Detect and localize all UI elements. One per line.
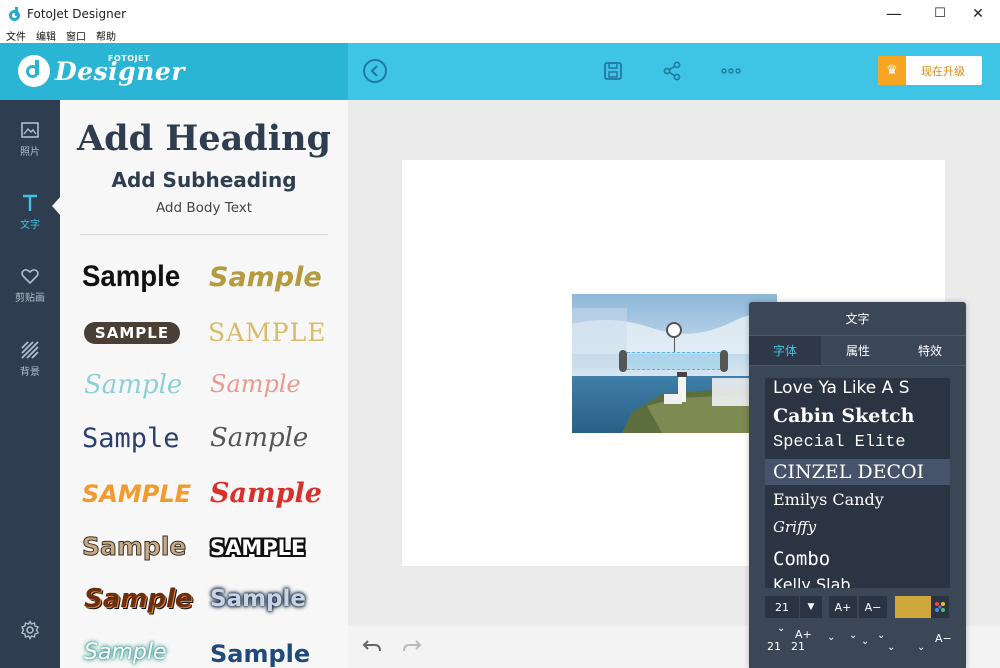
rail-item-label: 剪贴画 [15,293,45,304]
font-option[interactable]: Special Elite [773,433,906,452]
text-properties-popup: 文字 字体 属性 特效 Love Ya Like A S Cabin Sketc… [749,302,966,668]
app-window: FotoJet Designer — ☐ ✕ 文件 编辑 窗口 帮助 Desig… [0,0,1000,668]
text-style-sample[interactable]: Sample [84,370,182,400]
brand-header: Designer FOTOJET [0,43,348,100]
text-style-sample[interactable]: Sample [210,640,310,668]
palette-icon[interactable] [931,596,949,618]
font-option[interactable]: Cabin Sketch [773,405,915,427]
tab-effects[interactable]: 特效 [894,336,966,366]
font-size-decrease-button[interactable]: A− [859,596,887,618]
text-style-sample[interactable]: Sample [209,262,322,293]
crown-icon: ♛ [878,56,906,85]
resize-handle[interactable] [720,350,728,372]
font-list[interactable]: Love Ya Like A S Cabin Sketch Special El… [765,378,950,588]
tab-font[interactable]: 字体 [749,336,821,366]
text-color-swatch[interactable] [895,596,931,618]
panel-divider [80,234,328,235]
rail-item-label: 背景 [20,367,40,378]
brand-logo-icon [18,55,50,87]
add-subheading-button[interactable]: Add Subheading [60,168,348,192]
rail-item-label: 照片 [20,147,40,158]
menu-bar: 文件 编辑 窗口 帮助 [0,27,1000,43]
rail-item-clipart[interactable]: 剪贴画 [0,266,60,322]
popup-title: 文字 [749,302,966,336]
font-option[interactable]: Combo [773,548,830,570]
text-style-sample[interactable]: Sample [82,260,180,294]
add-body-text-button[interactable]: Add Body Text [60,200,348,216]
share-icon[interactable] [660,59,684,83]
menu-help[interactable]: 帮助 [96,28,116,43]
more-icon[interactable] [719,59,743,83]
upgrade-button[interactable]: ♛ 现在升级 [878,56,982,85]
gear-icon[interactable] [20,620,40,640]
font-option-selected[interactable]: CINZEL DECOI [765,459,950,485]
chevron-down-icon: ⌄ [917,642,926,653]
save-icon[interactable] [601,59,625,83]
chevron-down-icon: ⌄ [877,630,886,641]
font-size-value[interactable]: 21 [765,596,799,618]
font-option[interactable]: Love Ya Like A S [773,378,909,398]
rotate-icon[interactable] [666,322,682,338]
chevron-down-icon: ⌄ [861,636,870,647]
app-logo-icon [9,6,21,21]
image-icon [20,120,40,140]
font-size-decrease-ghost: A− [935,632,952,645]
text-style-sample[interactable]: Sample [84,584,193,614]
text-icon [20,193,40,213]
font-size-ghost: 21 [791,640,805,653]
text-style-sample[interactable]: SAMPLE [208,318,326,347]
chevron-down-icon[interactable]: ▼ [800,596,822,618]
text-style-sample[interactable]: Sample [210,423,308,453]
undo-icon[interactable] [362,638,382,654]
text-style-sample[interactable]: Sample [82,423,180,454]
tab-properties[interactable]: 属性 [822,336,894,366]
chevron-down-icon: ⌄ [777,623,786,634]
brand-sub: FOTOJET [108,54,150,63]
chevron-down-icon: ⌄ [887,642,896,653]
font-option[interactable]: Emilys Candy [773,490,884,509]
text-style-sample[interactable]: SAMPLE [82,480,191,508]
redo-icon[interactable] [402,638,422,654]
text-style-sample[interactable]: SAMPLE [84,322,180,344]
rail-item-text[interactable]: 文字 [0,193,60,249]
text-panel: Add Heading Add Subheading Add Body Text… [60,100,348,668]
window-title: FotoJet Designer [27,6,127,21]
rail-item-photos[interactable]: 照片 [0,120,60,176]
rail-item-label: 文字 [20,220,40,231]
menu-window[interactable]: 窗口 [66,28,86,43]
text-style-sample[interactable]: SAMPLE [210,536,305,560]
minimize-button[interactable]: — [871,0,917,27]
text-style-sample[interactable]: Sample [210,586,306,612]
chevron-down-icon: ⌄ [827,632,836,643]
text-style-sample[interactable]: Sample [210,478,322,509]
font-size-ghost: 21 [767,640,781,653]
top-toolbar: ♛ 现在升级 [348,43,1000,100]
resize-handle[interactable] [619,350,627,372]
chevron-left-icon[interactable] [363,59,387,83]
text-style-sample[interactable]: Sample [81,532,186,562]
upgrade-label: 现在升级 [921,64,965,78]
menu-file[interactable]: 文件 [6,28,26,43]
text-style-sample[interactable]: Sample [210,370,301,398]
menu-edit[interactable]: 编辑 [36,28,56,43]
close-button[interactable]: ✕ [955,0,1000,27]
rail-item-background[interactable]: 背景 [0,340,60,396]
pattern-icon [20,340,40,360]
heart-icon [20,266,40,286]
selected-text-box[interactable] [622,352,725,370]
add-heading-button[interactable]: Add Heading [60,118,348,159]
design-photo[interactable] [572,294,777,433]
font-option[interactable]: Griffy [773,518,816,536]
chevron-down-icon: ⌄ [849,630,858,641]
left-rail: 照片 文字 剪贴画 背景 [0,100,60,668]
font-option[interactable]: Kelly Slab [773,575,851,588]
rotate-stem [674,338,675,352]
font-size-increase-button[interactable]: A+ [829,596,857,618]
title-bar: FotoJet Designer — ☐ ✕ [0,0,1000,27]
text-style-sample[interactable]: Sample [84,640,167,665]
